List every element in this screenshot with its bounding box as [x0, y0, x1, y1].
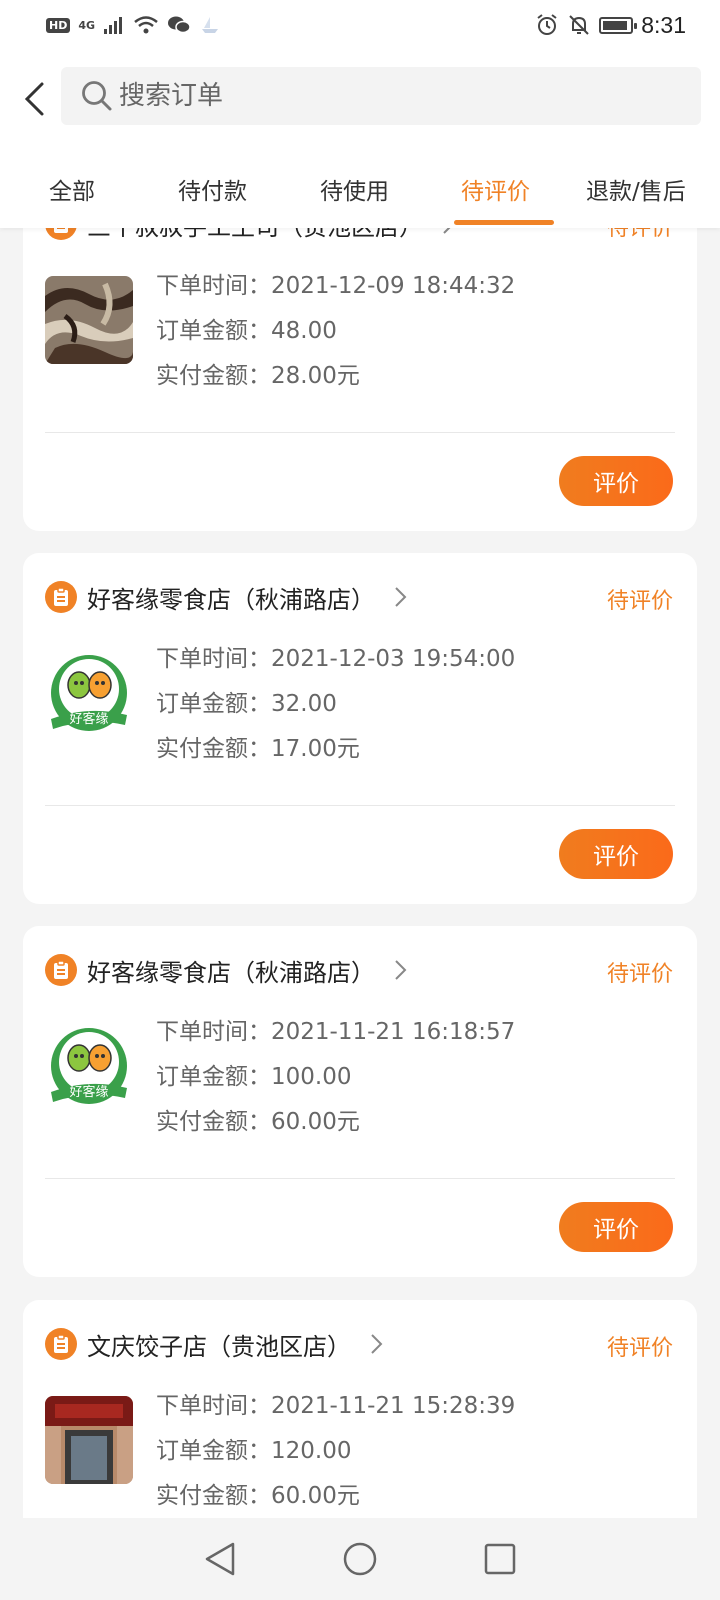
order-card[interactable]: 三个叔叔手工土司（贵池区店） 待评价 下单时间：2021-12-09 18:44…	[23, 180, 697, 531]
mute-bell-icon	[569, 15, 589, 35]
order-tabs: 全部 待付款 待使用 待评价 退款/售后	[0, 160, 720, 228]
paid-amount: 60.00元	[271, 1109, 360, 1135]
status-bar: HD 4G 8:31	[0, 0, 720, 50]
paid-amount: 60.00元	[271, 1483, 360, 1509]
order-amount: 32.00	[271, 691, 337, 717]
status-icons-right: 8:31	[535, 12, 686, 39]
order-status: 待评价	[606, 962, 673, 987]
wechat-icon	[168, 16, 191, 34]
alarm-icon	[537, 14, 557, 35]
order-time-label: 下单时间：	[156, 646, 271, 672]
order-info: 下单时间：2021-11-21 15:28:39 订单金额：120.00 实付金…	[156, 1384, 515, 1519]
signal-icon	[104, 17, 123, 34]
nav-back-icon[interactable]	[203, 1541, 237, 1577]
active-tab-indicator	[454, 220, 554, 225]
card-header[interactable]: 好客缘零食店（秋浦路店）	[45, 948, 407, 992]
order-card[interactable]: 好客缘零食店（秋浦路店） 待评价 好客缘 下单时间：2021-12-03 19:…	[23, 553, 697, 904]
shop-logo-thumbnail[interactable]: 好客缘	[45, 1022, 133, 1110]
review-button[interactable]: 评价	[559, 829, 673, 879]
order-time: 2021-11-21 16:18:57	[271, 1019, 516, 1045]
logo-text: 好客缘	[69, 711, 108, 727]
divider	[45, 1178, 675, 1179]
clock: 8:31	[641, 11, 686, 38]
search-icon	[82, 81, 112, 111]
header: 全部 待付款 待使用 待评价 退款/售后	[0, 50, 720, 228]
shop-name[interactable]: 文庆饺子店（贵池区店）	[87, 1327, 351, 1362]
network-type: 4G	[78, 18, 96, 32]
shop-order-icon	[45, 1328, 77, 1360]
tab-to-use[interactable]: 待使用	[320, 172, 389, 206]
chevron-right-icon	[395, 960, 407, 980]
shop-logo-thumbnail[interactable]: 好客缘	[45, 649, 133, 737]
chevron-right-icon	[395, 587, 407, 607]
order-amount: 120.00	[271, 1438, 352, 1464]
divider	[45, 432, 675, 433]
nav-home-icon[interactable]	[342, 1541, 378, 1577]
order-amount-label: 订单金额：	[156, 1064, 271, 1090]
order-time: 2021-11-21 15:28:39	[271, 1393, 516, 1419]
battery-icon	[599, 16, 638, 34]
hd-indicator: HD	[46, 17, 71, 33]
product-thumbnail[interactable]	[45, 276, 133, 364]
card-header[interactable]: 文庆饺子店（贵池区店）	[45, 1322, 383, 1366]
search-input[interactable]	[119, 81, 679, 111]
order-amount-label: 订单金额：	[156, 691, 271, 717]
nav-recents-icon[interactable]	[483, 1542, 517, 1576]
system-nav-bar	[0, 1518, 720, 1600]
order-info: 下单时间：2021-11-21 16:18:57 订单金额：100.00 实付金…	[156, 1010, 515, 1145]
tab-all[interactable]: 全部	[49, 172, 95, 206]
paid-amount-label: 实付金额：	[156, 363, 271, 389]
order-status: 待评价	[606, 589, 673, 614]
logo-text: 好客缘	[69, 1084, 108, 1100]
order-info: 下单时间：2021-12-09 18:44:32 订单金额：48.00 实付金额…	[156, 264, 515, 399]
tab-pending-payment[interactable]: 待付款	[178, 172, 247, 206]
order-amount-label: 订单金额：	[156, 1438, 271, 1464]
order-time-label: 下单时间：	[156, 1393, 271, 1419]
wifi-icon	[134, 16, 158, 34]
paid-amount: 17.00元	[271, 736, 360, 762]
order-info: 下单时间：2021-12-03 19:54:00 订单金额：32.00 实付金额…	[156, 637, 515, 772]
tab-to-review[interactable]: 待评价	[461, 172, 530, 206]
boat-icon	[202, 17, 219, 33]
order-card[interactable]: 好客缘零食店（秋浦路店） 待评价 好客缘 下单时间：2021-11-21 16:…	[23, 926, 697, 1277]
status-icons-left: HD 4G	[46, 15, 221, 35]
order-time: 2021-12-09 18:44:32	[271, 273, 516, 299]
search-box[interactable]	[61, 67, 701, 125]
paid-amount-label: 实付金额：	[156, 736, 271, 762]
order-amount: 100.00	[271, 1064, 352, 1090]
shop-name[interactable]: 好客缘零食店（秋浦路店）	[87, 580, 375, 615]
order-time-label: 下单时间：	[156, 273, 271, 299]
paid-amount-label: 实付金额：	[156, 1483, 271, 1509]
order-amount: 48.00	[271, 318, 337, 344]
shop-name[interactable]: 好客缘零食店（秋浦路店）	[87, 953, 375, 988]
shop-order-icon	[45, 581, 77, 613]
storefront-thumbnail[interactable]	[45, 1396, 133, 1484]
chevron-left-icon	[24, 82, 44, 116]
tab-refund[interactable]: 退款/售后	[586, 172, 686, 206]
divider	[45, 805, 675, 806]
order-amount-label: 订单金额：	[156, 318, 271, 344]
order-time: 2021-12-03 19:54:00	[271, 646, 516, 672]
chevron-right-icon	[371, 1334, 383, 1354]
review-button[interactable]: 评价	[559, 456, 673, 506]
paid-amount-label: 实付金额：	[156, 1109, 271, 1135]
back-button[interactable]	[14, 74, 54, 124]
order-status: 待评价	[606, 1336, 673, 1361]
review-button[interactable]: 评价	[559, 1202, 673, 1252]
card-header[interactable]: 好客缘零食店（秋浦路店）	[45, 575, 407, 619]
paid-amount: 28.00元	[271, 363, 360, 389]
order-time-label: 下单时间：	[156, 1019, 271, 1045]
shop-order-icon	[45, 954, 77, 986]
